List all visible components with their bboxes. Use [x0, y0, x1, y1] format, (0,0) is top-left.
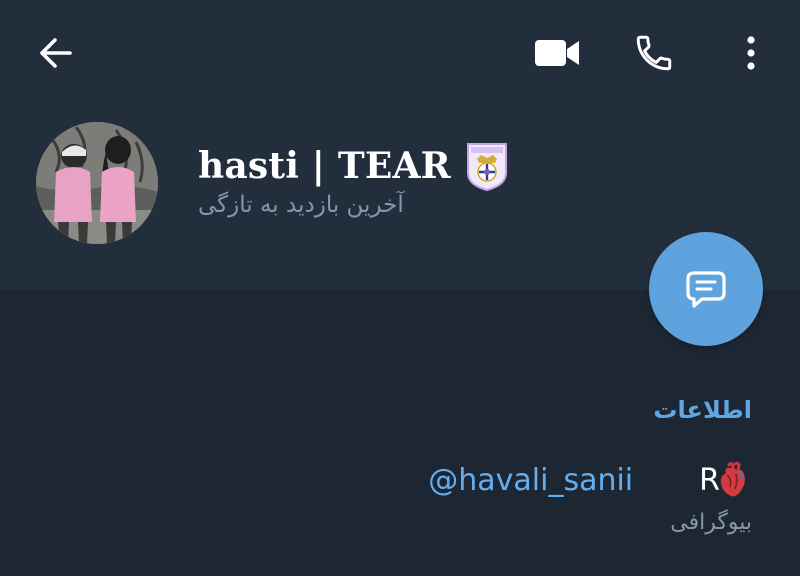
voice-call-button[interactable]: [626, 28, 682, 78]
back-button[interactable]: [30, 30, 82, 76]
avatar[interactable]: [36, 122, 158, 244]
video-camera-icon: [535, 40, 579, 66]
message-button[interactable]: [649, 232, 763, 346]
more-options-button[interactable]: [730, 28, 772, 78]
bio-text: R: [699, 462, 720, 498]
video-call-button[interactable]: [528, 30, 586, 76]
real-madrid-crest-icon: [466, 143, 507, 191]
message-icon: [686, 271, 726, 308]
last-seen-status: آخرین بازدید به تازگی: [198, 192, 404, 218]
info-section-title: اطلاعات: [653, 396, 752, 424]
phone-icon: [636, 35, 672, 71]
profile-name: hasti | TEAR: [198, 145, 451, 187]
avatar-photo: [36, 122, 158, 244]
bio-row: @havali_sanii R: [428, 456, 748, 504]
bio-mention-link[interactable]: @havali_sanii: [428, 463, 633, 498]
arrow-left-icon: [40, 38, 72, 68]
anatomical-heart-icon: [720, 461, 745, 497]
profile-name-row: hasti | TEAR: [198, 138, 509, 194]
more-vertical-icon: [747, 36, 755, 70]
bio-label: بیوگرافی: [670, 510, 752, 535]
